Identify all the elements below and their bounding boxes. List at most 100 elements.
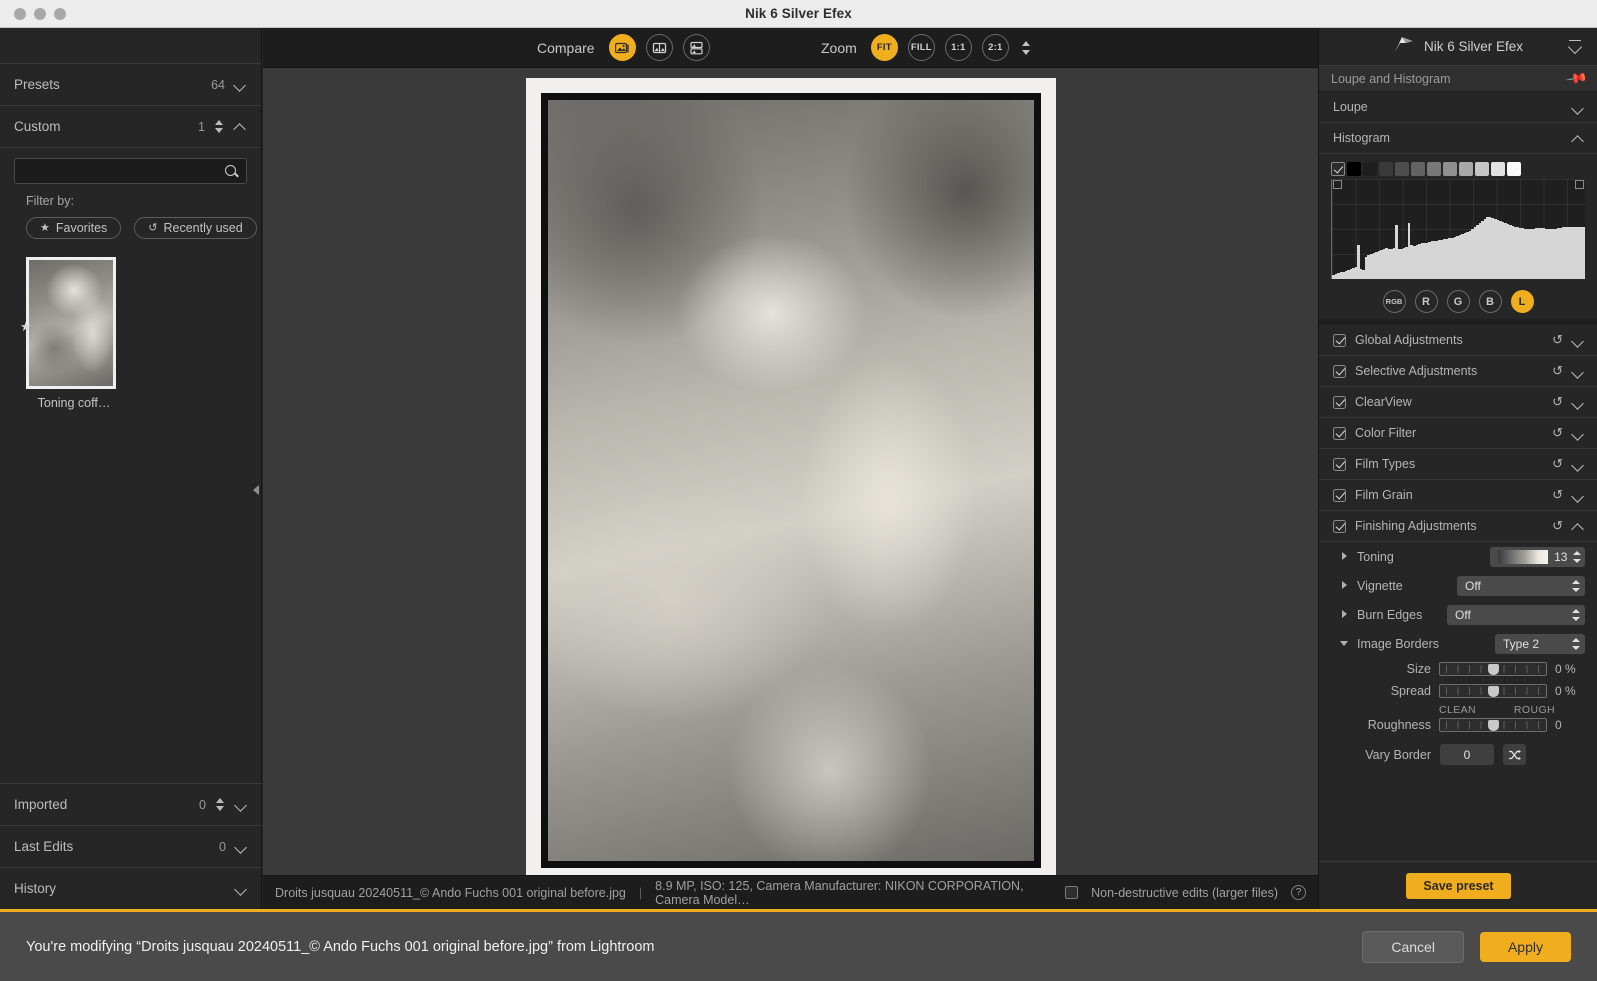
history-header[interactable]: History xyxy=(0,867,262,909)
presets-header[interactable]: Presets 64 xyxy=(0,64,261,106)
zoom-stepper[interactable] xyxy=(1021,40,1032,56)
reset-icon[interactable]: ↺ xyxy=(1552,332,1563,348)
filter-chip-favorites[interactable]: ★ Favorites xyxy=(26,217,122,239)
imported-stepper[interactable] xyxy=(215,797,226,812)
cancel-button[interactable]: Cancel xyxy=(1362,930,1464,963)
zone-swatch-5[interactable] xyxy=(1427,162,1441,176)
nondestructive-checkbox[interactable] xyxy=(1065,886,1079,899)
zone-swatches[interactable] xyxy=(1331,162,1585,176)
zone-swatch-1[interactable] xyxy=(1363,162,1377,176)
chevron-down-icon[interactable] xyxy=(234,78,247,91)
section-film-types[interactable]: Film Types ↺ xyxy=(1319,449,1597,480)
zone-toggle-checkbox[interactable] xyxy=(1331,162,1345,176)
chevron-up-icon[interactable] xyxy=(1572,132,1585,145)
help-icon[interactable]: ? xyxy=(1291,885,1306,900)
loupe-section-header[interactable]: Loupe xyxy=(1319,92,1597,123)
image-borders-stepper[interactable] xyxy=(1572,637,1581,651)
expand-triangle-icon[interactable] xyxy=(1341,610,1350,619)
toning-stepper[interactable] xyxy=(1573,550,1581,564)
pin-icon[interactable]: 📌 xyxy=(1564,67,1588,91)
chevron-down-icon[interactable] xyxy=(1572,334,1585,347)
histogram-section-header[interactable]: Histogram xyxy=(1319,123,1597,154)
reset-icon[interactable]: ↺ xyxy=(1552,518,1563,534)
zone-swatch-0[interactable] xyxy=(1347,162,1361,176)
zone-swatch-9[interactable] xyxy=(1491,162,1505,176)
row-image-borders[interactable]: Image Borders Type 2 xyxy=(1319,629,1597,658)
chevron-up-icon[interactable] xyxy=(234,120,247,133)
vignette-stepper[interactable] xyxy=(1572,579,1581,593)
section-selective-adjustments[interactable]: Selective Adjustments ↺ xyxy=(1319,356,1597,387)
film-types-checkbox[interactable] xyxy=(1333,457,1346,471)
zone-swatch-2[interactable] xyxy=(1379,162,1393,176)
collapse-triangle-icon[interactable] xyxy=(1340,639,1350,648)
film-grain-checkbox[interactable] xyxy=(1333,488,1346,502)
section-film-grain[interactable]: Film Grain ↺ xyxy=(1319,480,1597,511)
loupe-and-histogram-header[interactable]: Loupe and Histogram 📌 xyxy=(1319,66,1597,92)
global-adjustments-checkbox[interactable] xyxy=(1333,333,1346,347)
custom-header[interactable]: Custom 1 xyxy=(0,106,261,148)
channel-button-r[interactable]: R xyxy=(1414,290,1438,313)
shadow-clipping-toggle[interactable] xyxy=(1333,180,1342,189)
section-global-adjustments[interactable]: Global Adjustments ↺ xyxy=(1319,325,1597,356)
spread-slider-knob[interactable] xyxy=(1488,686,1499,697)
stacked-view-icon[interactable] xyxy=(682,34,710,61)
search-input[interactable] xyxy=(22,164,224,178)
reset-icon[interactable]: ↺ xyxy=(1552,456,1563,472)
section-clearview[interactable]: ClearView ↺ xyxy=(1319,387,1597,418)
zoom-1to1-button[interactable]: 1:1 xyxy=(944,34,972,61)
zone-swatch-7[interactable] xyxy=(1459,162,1473,176)
panel-collapse-icon[interactable] xyxy=(1569,39,1583,52)
chevron-down-icon[interactable] xyxy=(235,840,248,853)
chevron-down-icon[interactable] xyxy=(1572,458,1585,471)
color-filter-checkbox[interactable] xyxy=(1333,426,1346,440)
chevron-down-icon[interactable] xyxy=(1572,489,1585,502)
spread-slider[interactable] xyxy=(1439,684,1547,698)
channel-button-l[interactable]: L xyxy=(1510,290,1534,313)
finishing-adjustments-checkbox[interactable] xyxy=(1333,519,1346,533)
save-preset-button[interactable]: Save preset xyxy=(1406,872,1511,899)
roughness-slider[interactable] xyxy=(1439,718,1547,732)
channel-button-b[interactable]: B xyxy=(1478,290,1502,313)
channel-button-rgb[interactable]: RGB xyxy=(1382,290,1406,313)
image-canvas[interactable] xyxy=(263,68,1318,893)
row-vignette[interactable]: Vignette Off xyxy=(1319,571,1597,600)
toning-value-control[interactable]: 13 xyxy=(1490,546,1585,567)
image-borders-select[interactable]: Type 2 xyxy=(1495,633,1585,654)
single-view-icon[interactable] xyxy=(608,34,636,61)
reset-icon[interactable]: ↺ xyxy=(1552,425,1563,441)
zone-swatch-3[interactable] xyxy=(1395,162,1409,176)
chevron-down-icon[interactable] xyxy=(1572,396,1585,409)
preset-favorite-star-icon[interactable]: ★ xyxy=(20,319,32,335)
expand-triangle-icon[interactable] xyxy=(1341,581,1350,590)
reset-icon[interactable]: ↺ xyxy=(1552,394,1563,410)
size-slider[interactable] xyxy=(1439,662,1547,676)
highlight-clipping-toggle[interactable] xyxy=(1575,180,1584,189)
zoom-fill-button[interactable]: FILL xyxy=(907,34,935,61)
burn-edges-select[interactable]: Off xyxy=(1447,604,1585,625)
collapse-left-panel-arrow[interactable] xyxy=(253,483,263,497)
chevron-down-icon[interactable] xyxy=(235,798,248,811)
zone-swatch-10[interactable] xyxy=(1507,162,1521,176)
zone-swatch-4[interactable] xyxy=(1411,162,1425,176)
reset-icon[interactable]: ↺ xyxy=(1552,363,1563,379)
chevron-down-icon[interactable] xyxy=(1572,427,1585,440)
clearview-checkbox[interactable] xyxy=(1333,395,1346,409)
size-slider-knob[interactable] xyxy=(1488,664,1499,675)
chevron-down-icon[interactable] xyxy=(235,882,248,895)
channel-button-g[interactable]: G xyxy=(1446,290,1470,313)
split-view-icon[interactable] xyxy=(645,34,673,61)
row-burn-edges[interactable]: Burn Edges Off xyxy=(1319,600,1597,629)
preset-thumbnail[interactable] xyxy=(26,257,116,389)
vary-border-input[interactable]: 0 xyxy=(1440,744,1494,765)
preset-search-box[interactable] xyxy=(14,158,247,184)
zoom-fit-button[interactable]: FIT xyxy=(870,34,898,61)
apply-button[interactable]: Apply xyxy=(1479,931,1571,962)
selective-adjustments-checkbox[interactable] xyxy=(1333,364,1346,378)
zone-swatch-6[interactable] xyxy=(1443,162,1457,176)
last-edits-header[interactable]: Last Edits 0 xyxy=(0,825,262,867)
custom-stepper[interactable] xyxy=(214,119,225,134)
imported-header[interactable]: Imported 0 xyxy=(0,783,262,825)
search-icon[interactable] xyxy=(224,164,239,179)
expand-triangle-icon[interactable] xyxy=(1341,552,1350,561)
section-color-filter[interactable]: Color Filter ↺ xyxy=(1319,418,1597,449)
